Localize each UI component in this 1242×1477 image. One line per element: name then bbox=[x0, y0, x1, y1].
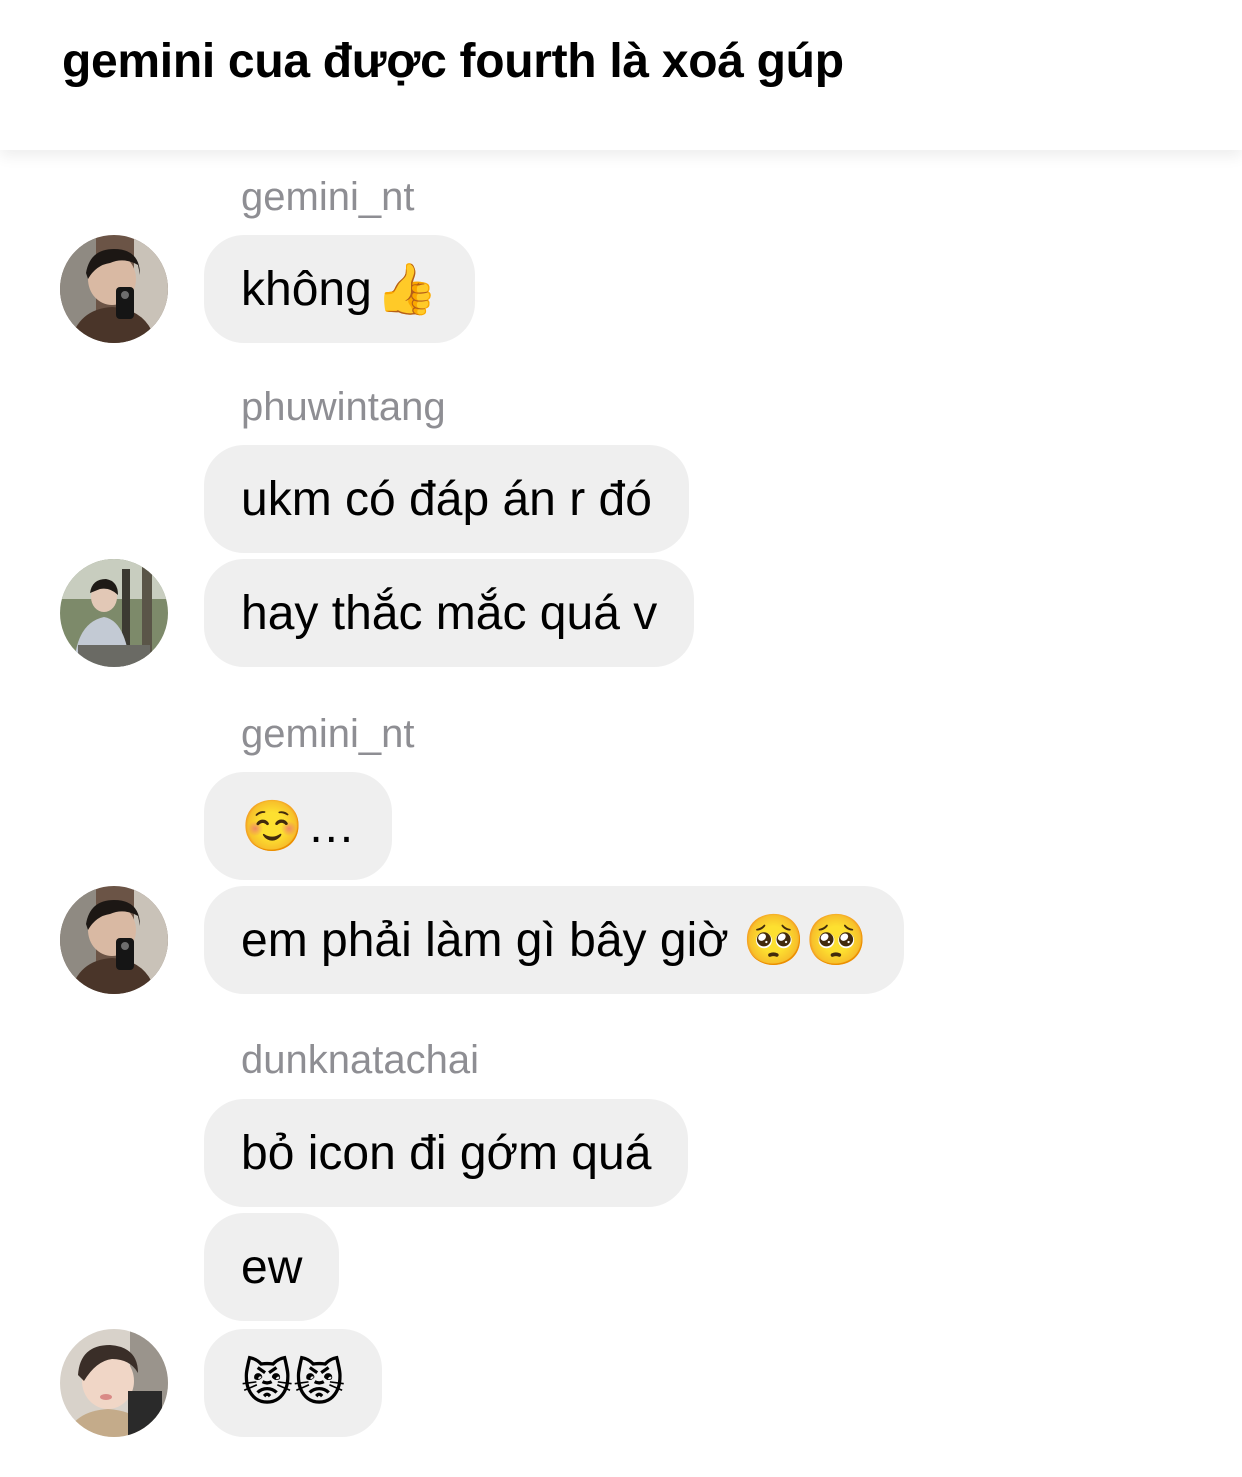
avatar[interactable] bbox=[60, 1329, 168, 1437]
avatar[interactable] bbox=[60, 886, 168, 994]
message-text: ew bbox=[241, 1240, 303, 1294]
avatar[interactable] bbox=[60, 235, 168, 343]
message-text: em phải làm gì bây giờ bbox=[241, 913, 729, 967]
message-bubble[interactable]: 😾😾 bbox=[204, 1329, 383, 1437]
profile-photo-avatar-icon bbox=[60, 1329, 168, 1437]
smiling-emoji: ☺️ bbox=[241, 797, 304, 855]
sender-name: gemini_nt bbox=[241, 175, 415, 219]
sender-name: dunknatachai bbox=[241, 1038, 479, 1082]
message-text: bỏ icon đi gớm quá bbox=[241, 1126, 652, 1180]
message-bubble[interactable]: hay thắc mắc quá v bbox=[204, 559, 695, 667]
chat-title: gemini cua được fourth là xoá gúp bbox=[62, 35, 844, 88]
message-text: hay thắc mắc quá v bbox=[241, 586, 658, 640]
pouting-cat-emoji: 😾😾 bbox=[241, 1354, 346, 1412]
message-text: … bbox=[307, 799, 356, 853]
avatar[interactable] bbox=[60, 559, 168, 667]
chat-header: gemini cua được fourth là xoá gúp bbox=[0, 0, 1242, 150]
message-bubble[interactable]: em phải làm gì bây giờ 🥺🥺 bbox=[204, 886, 905, 994]
profile-photo-avatar-icon bbox=[60, 559, 168, 667]
message-bubble[interactable]: không 👍 bbox=[204, 235, 476, 343]
message-text: không bbox=[241, 262, 372, 316]
profile-photo-avatar-icon bbox=[60, 886, 168, 994]
message-bubble[interactable]: ☺️… bbox=[204, 772, 393, 880]
sender-name: gemini_nt bbox=[241, 712, 415, 756]
sender-name: phuwintang bbox=[241, 385, 446, 429]
message-bubble[interactable]: ew bbox=[204, 1213, 340, 1321]
pleading-face-emoji: 🥺🥺 bbox=[742, 911, 868, 969]
thumbs-up-emoji: 👍 bbox=[375, 260, 439, 318]
message-text: ukm có đáp án r đó bbox=[241, 472, 652, 526]
message-bubble[interactable]: bỏ icon đi gớm quá bbox=[204, 1099, 689, 1207]
profile-photo-avatar-icon bbox=[60, 235, 168, 343]
message-bubble[interactable]: ukm có đáp án r đó bbox=[204, 445, 689, 553]
